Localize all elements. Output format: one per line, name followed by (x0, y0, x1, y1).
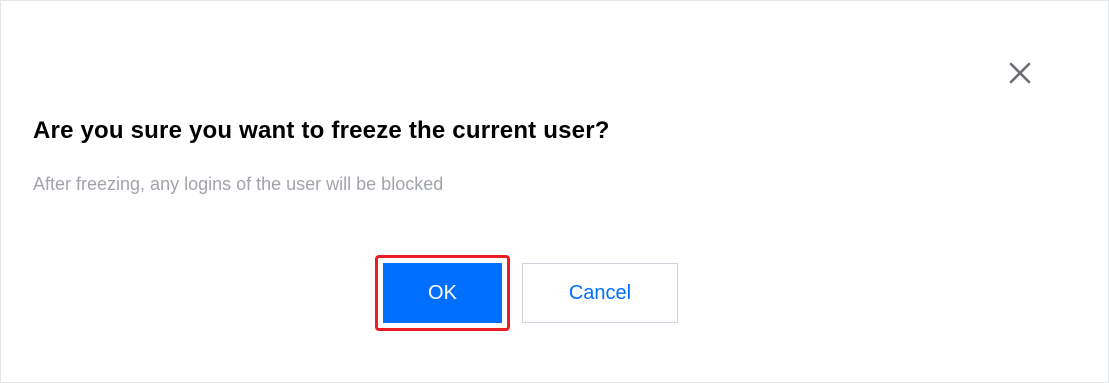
ok-button[interactable]: OK (383, 263, 502, 323)
dialog-actions: OK Cancel (1, 255, 1108, 331)
freeze-user-dialog: Are you sure you want to freeze the curr… (0, 0, 1109, 383)
close-button[interactable] (1000, 53, 1040, 93)
dialog-message: After freezing, any logins of the user w… (33, 174, 444, 194)
cancel-button[interactable]: Cancel (522, 263, 678, 323)
close-icon (1008, 61, 1032, 85)
dialog-title: Are you sure you want to freeze the curr… (33, 117, 610, 144)
